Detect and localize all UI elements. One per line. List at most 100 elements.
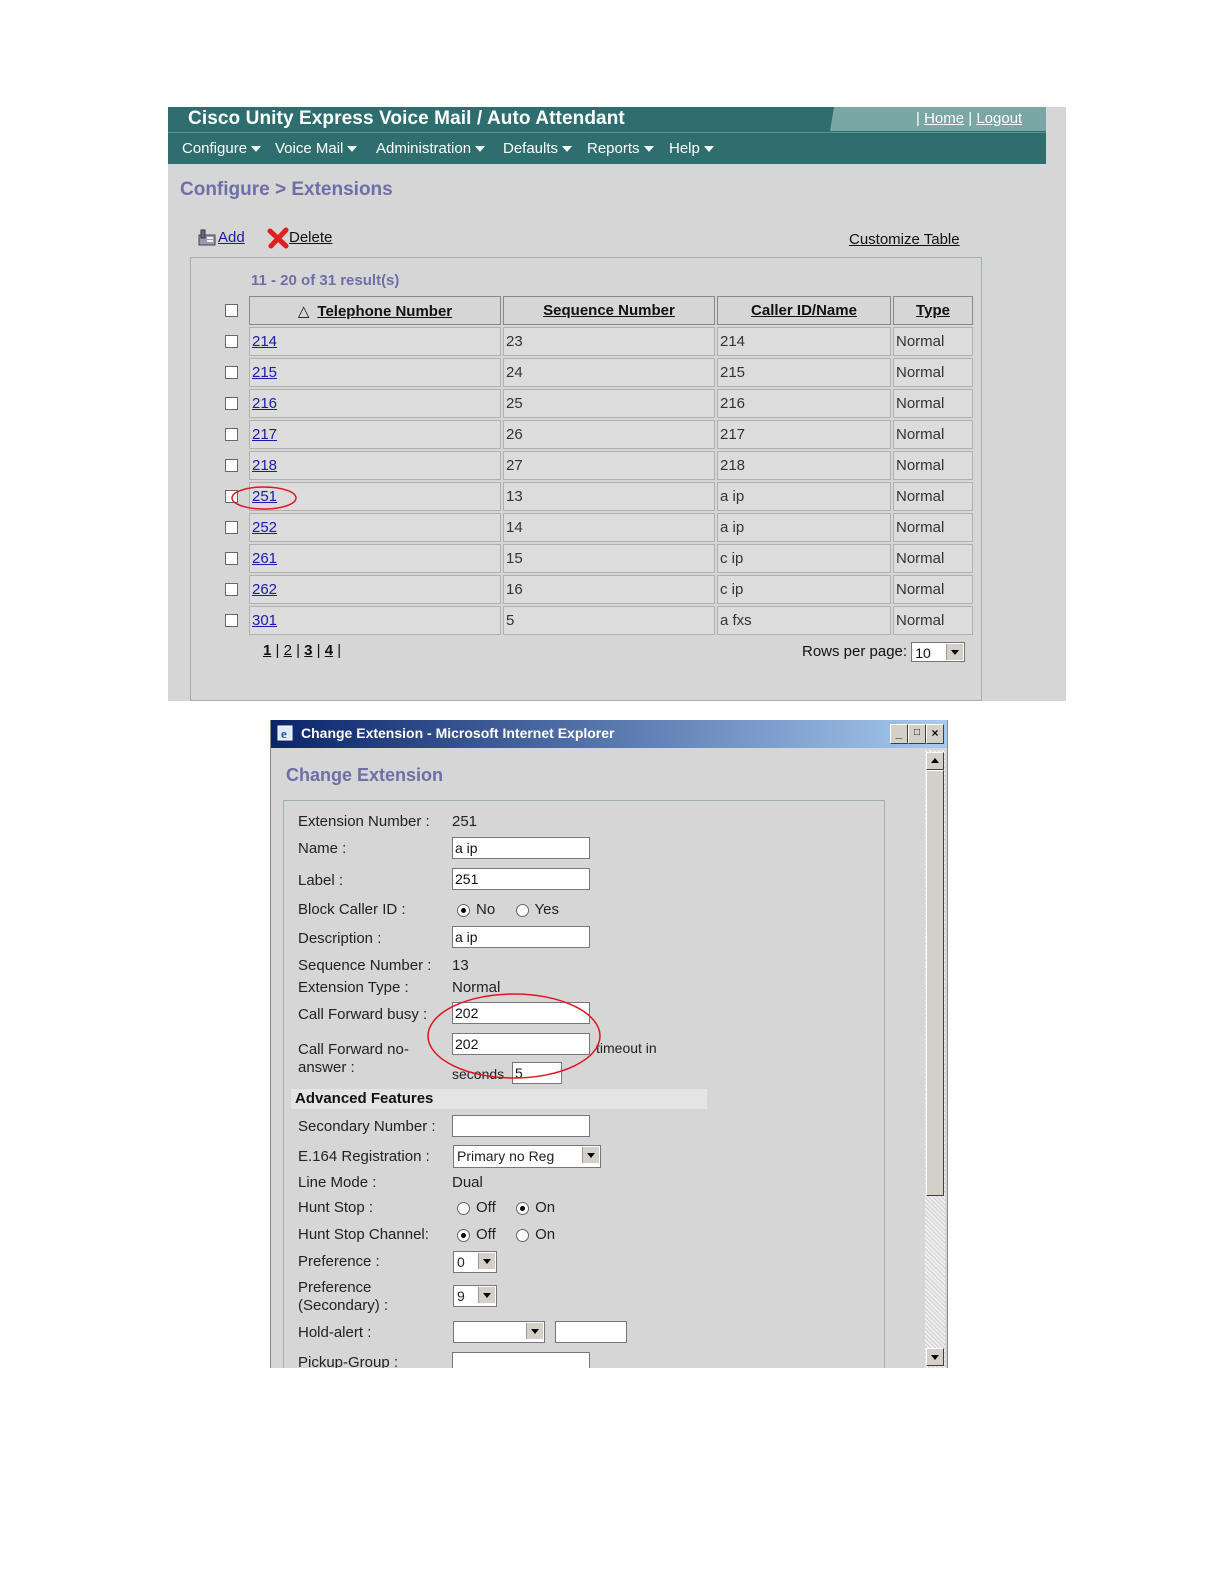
hold-alert-input[interactable]	[555, 1321, 627, 1343]
home-link[interactable]: Home	[924, 110, 964, 127]
select-all-checkbox[interactable]	[225, 304, 238, 317]
menu-help[interactable]: Help	[669, 140, 714, 157]
call-forward-busy-input[interactable]: 202	[452, 1002, 590, 1024]
dropdown-arrow-icon[interactable]	[946, 644, 964, 660]
menu-reports[interactable]: Reports	[587, 140, 654, 157]
col-sequence-number[interactable]: Sequence Number	[503, 296, 715, 325]
page-link[interactable]: 1	[263, 642, 271, 659]
cell-caller-id: a ip	[717, 482, 891, 511]
page-link[interactable]: 3	[304, 642, 312, 659]
delete-link[interactable]: Delete	[289, 229, 332, 246]
e164-registration-select[interactable]: Primary no Reg	[453, 1145, 601, 1168]
table-header-row: △ Telephone Number Sequence Number Caller…	[249, 296, 973, 325]
advanced-features-heading: Advanced Features	[291, 1089, 707, 1109]
results-panel: 11 - 20 of 31 result(s) △ Telephone Numbe…	[190, 257, 982, 701]
row-checkbox[interactable]	[225, 366, 238, 379]
line-mode-value: Dual	[452, 1174, 483, 1191]
label-line: Preference	[298, 1279, 372, 1296]
preference-select[interactable]: 0	[453, 1251, 497, 1273]
hunt-stop-off-radio[interactable]	[457, 1201, 470, 1215]
add-link[interactable]: Add	[218, 229, 245, 246]
extension-link[interactable]: 214	[252, 333, 277, 350]
customize-table-anchor[interactable]: Customize Table	[849, 231, 960, 248]
scrollbar[interactable]	[925, 750, 945, 1368]
col-type[interactable]: Type	[893, 296, 973, 325]
page-link[interactable]: 4	[325, 642, 333, 659]
hold-alert-select[interactable]	[453, 1321, 545, 1343]
cell-sequence-number: 24	[503, 358, 715, 387]
extension-link[interactable]: 252	[252, 519, 277, 536]
name-input[interactable]: a ip	[452, 837, 590, 859]
extension-link[interactable]: 218	[252, 457, 277, 474]
maximize-icon[interactable]: □	[908, 724, 926, 744]
pickup-group-input[interactable]	[452, 1352, 590, 1368]
select-value: 9	[457, 1288, 465, 1304]
extension-link[interactable]: 215	[252, 364, 277, 381]
cell-telephone-number: 218	[249, 451, 501, 480]
page-link[interactable]: 2	[284, 642, 292, 659]
scroll-up-icon[interactable]	[926, 752, 944, 770]
hunt-stop-on-radio[interactable]	[516, 1201, 530, 1215]
description-input[interactable]: a ip	[452, 926, 590, 948]
block-caller-id-no-radio[interactable]	[457, 903, 470, 917]
menu-configure[interactable]: Configure	[182, 140, 262, 157]
scrollbar-thumb[interactable]	[926, 770, 944, 1196]
row-checkbox[interactable]	[225, 490, 238, 503]
dropdown-arrow-icon[interactable]	[582, 1147, 599, 1163]
menu-administration[interactable]: Administration	[376, 140, 486, 157]
delete-button[interactable]: Delete	[267, 227, 332, 249]
dropdown-arrow-icon[interactable]	[478, 1287, 495, 1303]
cell-caller-id: 218	[717, 451, 891, 480]
close-icon[interactable]: ×	[926, 724, 944, 744]
table-row: 251 13 a ip Normal	[249, 482, 973, 511]
hunt-stop-channel-on-radio[interactable]	[516, 1228, 530, 1242]
hunt-stop-channel-label: Hunt Stop Channel:	[298, 1226, 429, 1243]
row-checkbox[interactable]	[225, 428, 238, 441]
cell-sequence-number: 26	[503, 420, 715, 449]
chevron-down-icon	[347, 146, 358, 153]
extension-link[interactable]: 251	[252, 488, 277, 505]
extension-link[interactable]: 217	[252, 426, 277, 443]
chevron-down-icon	[643, 146, 654, 153]
label-line: answer :	[298, 1059, 355, 1076]
dropdown-arrow-icon[interactable]	[478, 1253, 495, 1269]
add-button[interactable]: Add	[196, 227, 245, 249]
row-checkbox[interactable]	[225, 397, 238, 410]
row-checkbox[interactable]	[225, 459, 238, 472]
row-checkbox[interactable]	[225, 614, 238, 627]
call-forward-noanswer-input[interactable]: 202	[452, 1033, 590, 1055]
extension-type-label: Extension Type :	[298, 979, 409, 996]
cell-type: Normal	[893, 358, 973, 387]
preference-label: Preference :	[298, 1253, 380, 1270]
extension-link[interactable]: 261	[252, 550, 277, 567]
block-caller-id-yes-radio[interactable]	[515, 903, 529, 917]
label-input[interactable]: 251	[452, 868, 590, 890]
timeout-seconds-input[interactable]: 5	[512, 1062, 562, 1084]
cell-sequence-number: 27	[503, 451, 715, 480]
menu-defaults[interactable]: Defaults	[503, 140, 573, 157]
col-telephone-number[interactable]: △ Telephone Number	[249, 296, 501, 325]
extension-link[interactable]: 301	[252, 612, 277, 629]
logout-link[interactable]: Logout	[976, 110, 1022, 127]
customize-table-link[interactable]: Customize Table	[849, 231, 960, 248]
description-label: Description :	[298, 930, 382, 947]
rows-per-page-select[interactable]: 10	[911, 642, 966, 662]
row-checkbox[interactable]	[225, 335, 238, 348]
scroll-down-icon[interactable]	[926, 1348, 944, 1366]
secondary-number-input[interactable]	[452, 1115, 590, 1137]
dropdown-arrow-icon[interactable]	[526, 1323, 543, 1339]
pager: 1 | 2 | 3 | 4 |	[263, 642, 342, 659]
select-value: 0	[457, 1254, 465, 1270]
hunt-stop-channel-off-radio[interactable]	[457, 1228, 470, 1242]
row-checkbox[interactable]	[225, 521, 238, 534]
row-checkbox[interactable]	[225, 583, 238, 596]
col-caller-id-name[interactable]: Caller ID/Name	[717, 296, 891, 325]
row-checkbox[interactable]	[225, 552, 238, 565]
extension-link[interactable]: 216	[252, 395, 277, 412]
minimize-icon[interactable]: _	[890, 724, 908, 744]
cell-caller-id: 215	[717, 358, 891, 387]
menu-voice-mail[interactable]: Voice Mail	[275, 140, 358, 157]
extension-link[interactable]: 262	[252, 581, 277, 598]
table-row: 301 5 a fxs Normal	[249, 606, 973, 635]
preference-secondary-select[interactable]: 9	[453, 1285, 497, 1307]
